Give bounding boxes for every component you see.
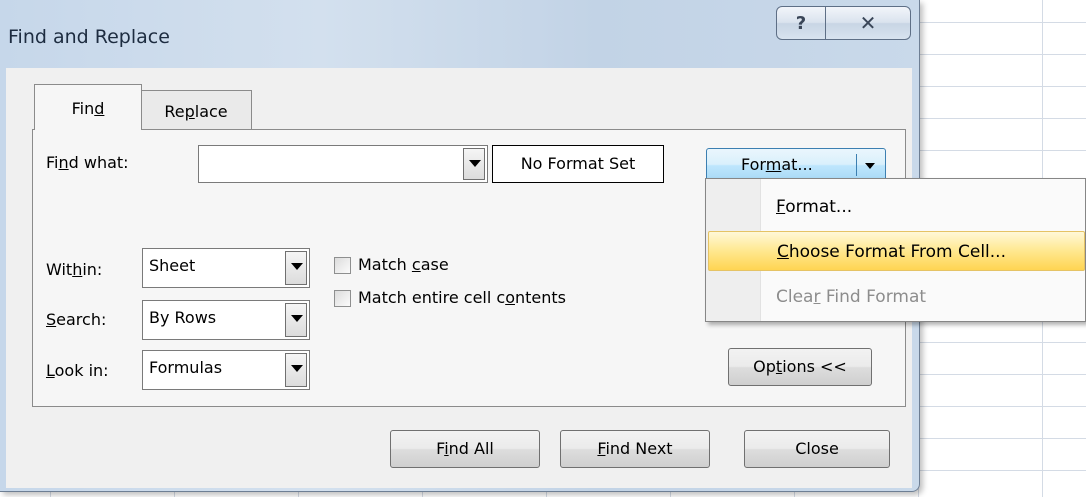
- help-icon: ?: [795, 12, 807, 34]
- find-what-label: Find what:: [46, 153, 129, 172]
- split-separator: [856, 154, 857, 176]
- look-in-select[interactable]: Formulas: [142, 350, 310, 390]
- tab-replace[interactable]: Replace: [140, 90, 252, 130]
- find-what-input[interactable]: [198, 145, 488, 183]
- match-entire-cell-checkbox[interactable]: [334, 290, 351, 307]
- search-select[interactable]: By Rows: [142, 300, 310, 340]
- close-icon: ✕: [859, 11, 877, 35]
- look-in-dropdown-button[interactable]: [285, 353, 307, 387]
- format-preview: No Format Set: [492, 145, 664, 183]
- within-label: Within:: [46, 260, 103, 279]
- find-next-button[interactable]: Find Next: [560, 430, 710, 468]
- menu-item-choose-format-from-cell[interactable]: Choose Format From Cell...: [708, 231, 1085, 271]
- find-what-dropdown-button[interactable]: [463, 148, 485, 180]
- within-select[interactable]: Sheet: [142, 248, 310, 288]
- options-button[interactable]: Options <<: [728, 348, 872, 386]
- match-entire-cell-label[interactable]: Match entire cell contents: [358, 288, 566, 307]
- look-in-label: Look in:: [46, 361, 109, 380]
- match-case-checkbox[interactable]: [334, 257, 351, 274]
- menu-item-clear-find-format[interactable]: Clear Find Format: [708, 277, 1085, 317]
- close-button[interactable]: Close: [744, 430, 890, 468]
- format-button-label: Format...: [741, 155, 813, 174]
- help-button[interactable]: ?: [776, 6, 826, 40]
- format-dropdown-menu: Format... Choose Format From Cell... Cle…: [705, 178, 1086, 322]
- dialog-title: Find and Replace: [8, 26, 170, 48]
- search-dropdown-button[interactable]: [285, 303, 307, 337]
- menu-item-format[interactable]: Format...: [708, 187, 1085, 227]
- find-all-button[interactable]: Find All: [390, 430, 540, 468]
- within-dropdown-button[interactable]: [285, 251, 307, 285]
- chevron-down-icon[interactable]: [865, 163, 875, 169]
- format-split-button[interactable]: Format...: [706, 148, 886, 182]
- close-window-button[interactable]: ✕: [825, 6, 911, 40]
- match-case-label[interactable]: Match case: [358, 255, 449, 274]
- title-bar[interactable]: Find and Replace ? ✕: [0, 0, 918, 68]
- tab-find[interactable]: Find: [34, 84, 142, 130]
- search-label: Search:: [46, 310, 107, 329]
